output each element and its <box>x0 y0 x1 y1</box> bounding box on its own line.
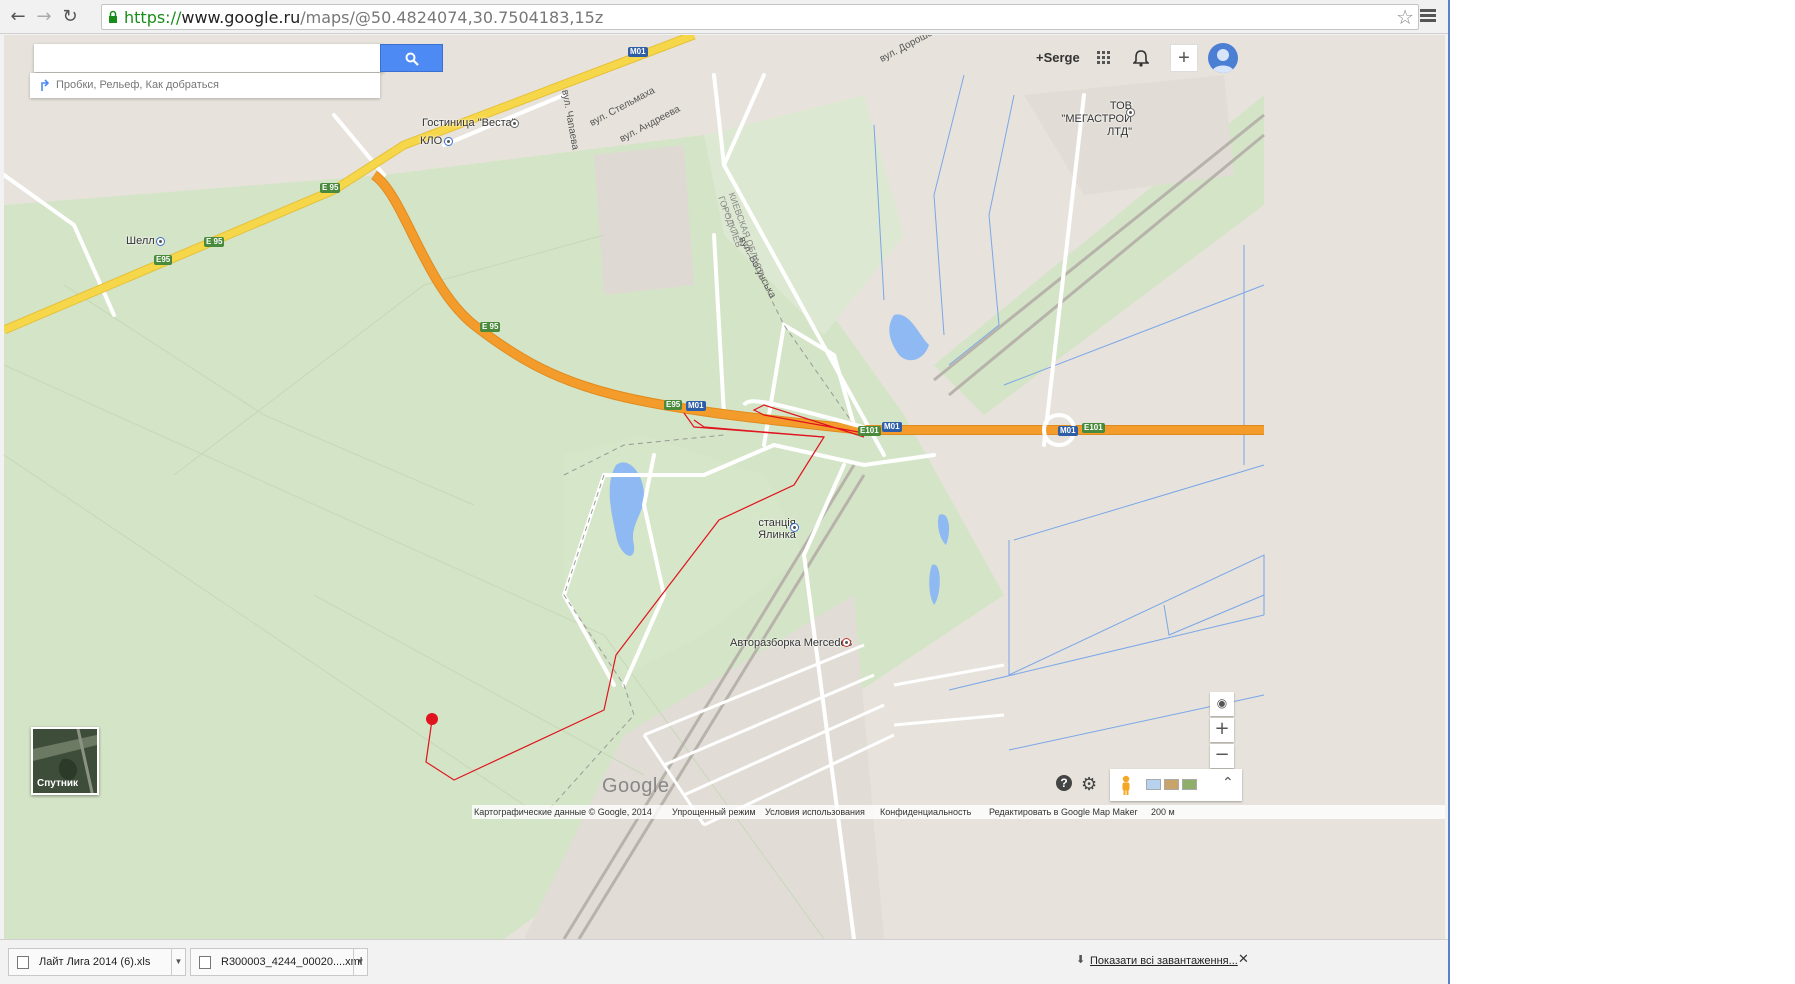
terrain-layer-thumb[interactable] <box>1146 779 1161 790</box>
route-shield: E95 <box>154 255 173 265</box>
hotel-poi-icon[interactable] <box>510 119 519 128</box>
google-logo: Google <box>602 775 670 797</box>
search-hints-text: Пробки, Рельеф, Как добраться <box>56 79 219 91</box>
browser-toolbar: ← → ↻ https://www.google.ru/maps/@50.482… <box>0 0 1448 34</box>
help-icon[interactable]: ? <box>1056 775 1072 791</box>
route-shield: E101 <box>1082 423 1105 433</box>
url-text: https://www.google.ru/maps/@50.4824074,3… <box>124 8 603 27</box>
route-shield: M01 <box>1058 426 1078 436</box>
layers-strip: ⌃ <box>1110 769 1242 801</box>
download-item[interactable]: R300003_4244_00020....xml ▼ <box>190 948 368 976</box>
map-canvas[interactable]: Гостиница "Веста" КЛО Шелл ТОВ "МЕГАСТРО… <box>4 35 1445 939</box>
downloads-bar: Лайт Лига 2014 (6).xls ▼ R300003_4244_00… <box>0 939 1448 984</box>
address-bar[interactable]: https://www.google.ru/maps/@50.4824074,3… <box>101 4 1419 30</box>
lock-icon <box>109 10 117 23</box>
pegman-icon[interactable] <box>1120 775 1132 795</box>
photo-layer-thumb[interactable] <box>1182 779 1197 790</box>
shell-label[interactable]: Шелл <box>126 235 155 247</box>
zoom-control: ◉ + − <box>1210 692 1234 770</box>
map-footer: Картографические данные © Google, 2014 У… <box>472 805 1445 819</box>
search-hints-bar[interactable]: Пробки, Рельеф, Как добраться <box>30 73 380 98</box>
route-shield: E 95 <box>480 322 501 332</box>
search-button[interactable] <box>380 44 443 72</box>
route-shield: E95 <box>664 400 683 410</box>
arrow-left-icon[interactable]: ← <box>6 5 30 29</box>
route-shield: E 95 <box>204 237 225 247</box>
search-icon <box>405 52 419 66</box>
chevron-up-icon[interactable]: ⌃ <box>1222 775 1234 791</box>
close-icon[interactable]: ✕ <box>1238 952 1249 967</box>
url-host: www.google.ru <box>181 8 301 27</box>
car-repair-icon[interactable] <box>842 638 851 647</box>
route-shield: M01 <box>628 47 648 57</box>
satellite-label: Спутник <box>37 778 79 789</box>
reload-icon[interactable]: ↻ <box>58 5 82 29</box>
route-shield: M01 <box>882 422 902 432</box>
url-path: /maps/@50.4824074,30.7504183,15z <box>300 8 604 27</box>
download-filename: Лайт Лига 2014 (6).xls <box>39 956 151 968</box>
route-shield: E 95 <box>320 183 341 193</box>
star-icon[interactable]: ☆ <box>1396 5 1414 29</box>
directions-icon <box>41 79 50 91</box>
map-base-layer <box>4 35 1265 939</box>
hamburger-menu-icon[interactable] <box>1418 7 1438 27</box>
autoparts-label[interactable]: Авторазборка Mercedes <box>730 637 852 649</box>
share-plus-button[interactable]: + <box>1170 44 1198 72</box>
my-location-icon[interactable]: ◉ <box>1210 692 1234 716</box>
satellite-toggle[interactable]: Спутник <box>31 727 99 795</box>
simple-mode-link[interactable]: Упрощенный режим <box>672 807 756 817</box>
excel-file-icon <box>17 956 29 969</box>
apps-grid-icon[interactable] <box>1097 51 1111 65</box>
chevron-down-icon[interactable]: ▼ <box>171 949 185 975</box>
company-poi-icon[interactable] <box>1126 108 1135 117</box>
route-shield: M01 <box>686 401 706 411</box>
gear-icon[interactable]: ⚙ <box>1081 774 1097 795</box>
show-all-downloads-link[interactable]: Показати всі завантаження... <box>1090 955 1238 967</box>
avatar-icon[interactable] <box>1208 43 1238 73</box>
browser-window: ← → ↻ https://www.google.ru/maps/@50.482… <box>0 0 1450 984</box>
traffic-layer-thumb[interactable] <box>1164 779 1179 790</box>
company-label[interactable]: ТОВ "МЕГАСТРОЙ ЛТД" <box>1042 100 1132 139</box>
user-name-link[interactable]: +Serge <box>1036 50 1080 65</box>
route-shield: E101 <box>858 426 881 436</box>
klo-label[interactable]: КЛО <box>420 135 442 147</box>
download-arrow-icon: ⬇ <box>1076 954 1086 966</box>
scale-label: 200 м <box>1151 807 1175 817</box>
map-data-attribution: Картографические данные © Google, 2014 <box>474 807 652 817</box>
search-input[interactable] <box>34 44 384 72</box>
gas-station-icon[interactable] <box>444 137 453 146</box>
zoom-out-button[interactable]: − <box>1210 744 1234 768</box>
arrow-right-icon[interactable]: → <box>32 5 56 29</box>
train-station-icon[interactable] <box>790 523 799 532</box>
download-filename: R300003_4244_00020....xml <box>221 956 363 968</box>
shell-poi-icon[interactable] <box>156 237 165 246</box>
download-item[interactable]: Лайт Лига 2014 (6).xls ▼ <box>8 948 186 976</box>
hotel-label[interactable]: Гостиница "Веста" <box>422 117 516 129</box>
map-maker-link[interactable]: Редактировать в Google Map Maker <box>989 807 1138 817</box>
privacy-link[interactable]: Конфиденциальность <box>880 807 971 817</box>
url-scheme: https:// <box>124 8 182 27</box>
chevron-down-icon[interactable]: ▼ <box>353 949 367 975</box>
xml-file-icon <box>199 956 211 969</box>
terms-link[interactable]: Условия использования <box>765 807 865 817</box>
bell-icon[interactable] <box>1133 49 1149 67</box>
zoom-in-button[interactable]: + <box>1210 718 1234 742</box>
